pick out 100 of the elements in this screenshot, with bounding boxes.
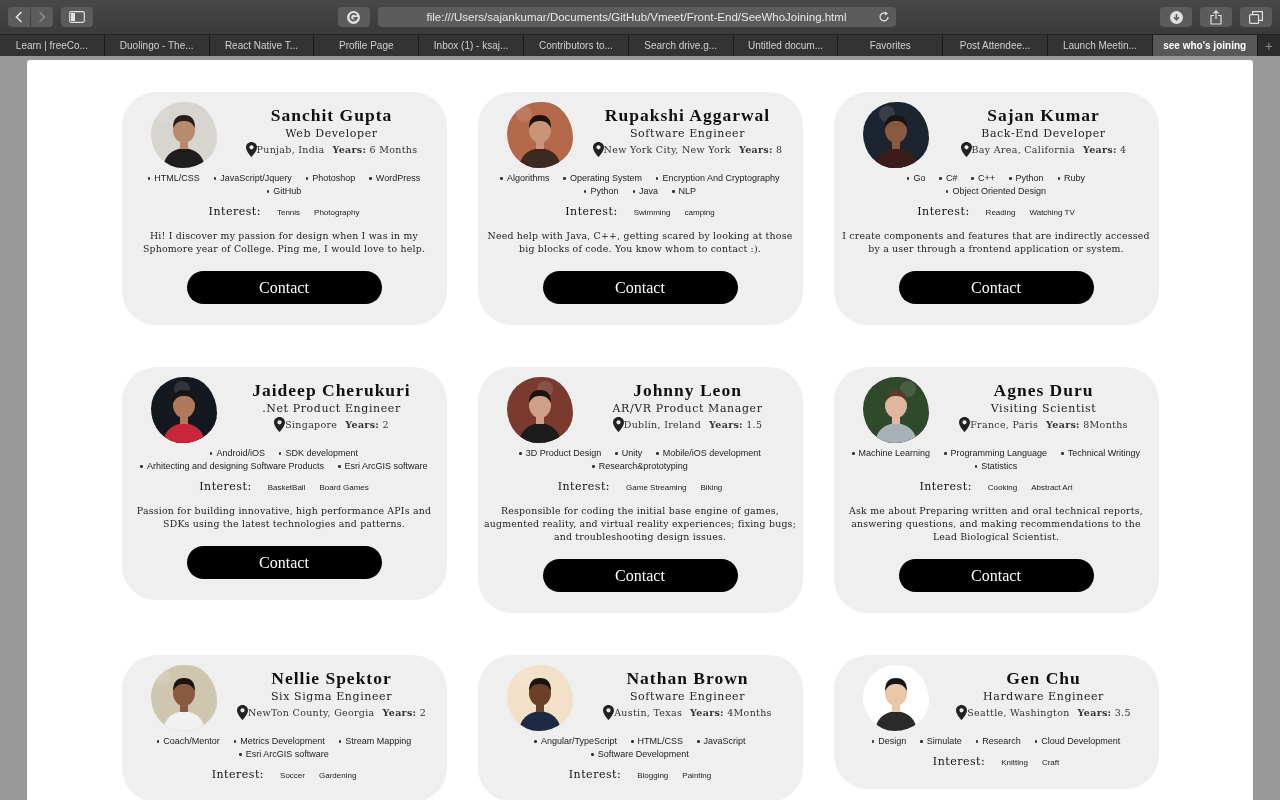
job-title: Back-End Developer (981, 126, 1106, 142)
skill-item: Encryption And Cryptography (656, 172, 780, 185)
job-title: AR/VR Product Manager (612, 401, 763, 417)
download-icon (1169, 10, 1183, 24)
location-text: Austin, Texas (614, 706, 683, 720)
share-icon (1210, 9, 1222, 25)
share-button[interactable] (1200, 7, 1232, 27)
job-title: Hardware Engineer (983, 689, 1104, 705)
skill-item: Unity (615, 447, 643, 460)
bio-text: Hi! I discover my passion for design when I was in my Sphomore year of College. Ping me, I would love to help. (141, 229, 427, 255)
interest-item: BasketBall (267, 483, 306, 492)
sidebar-icon (69, 11, 85, 23)
browser-tab[interactable]: Duolingo - The... (104, 35, 210, 56)
interest-item: Watching TV (1029, 208, 1075, 217)
years-text: Years: 6 Months (332, 143, 418, 157)
location-pin-icon (612, 417, 624, 432)
location-text: France, Paris (970, 418, 1039, 432)
skill-item: Statistics (974, 460, 1018, 473)
skill-item: Algorithms (500, 172, 550, 185)
skill-item: SDK development (279, 447, 359, 460)
location-pin-icon (956, 705, 968, 720)
skill-item: JavaScript (697, 735, 746, 748)
person-name: Nellie Spektor (271, 667, 392, 689)
interest-label: Interest: (565, 205, 618, 218)
downloads-button[interactable] (1160, 7, 1192, 27)
browser-tab[interactable]: Profile Page (314, 35, 420, 56)
contact-button[interactable]: Contact (898, 559, 1094, 592)
browser-tab[interactable]: Launch Meetin... (1047, 35, 1153, 56)
interest-item: Reading (985, 208, 1016, 217)
location-pin-icon (592, 142, 604, 157)
location-text: Punjab, India (256, 143, 325, 157)
browser-tab[interactable]: Contributors to... (524, 35, 629, 56)
back-button[interactable] (8, 7, 30, 27)
location-pin-icon (274, 417, 286, 432)
person-name: Rupakshi Aggarwal (604, 104, 771, 126)
location-pin-icon (959, 417, 971, 432)
skill-item: C++ (971, 172, 995, 185)
skill-item: Python (1009, 172, 1044, 185)
skill-item: Java (632, 185, 658, 198)
job-title: Web Developer (285, 126, 378, 142)
browser-tab[interactable]: Post Attendee... (943, 35, 1048, 56)
skill-item: Ruby (1057, 172, 1086, 185)
skill-item: Stream Mapping (338, 735, 412, 748)
skill-item: Photoshop (305, 172, 356, 185)
skill-item: Angular/TypeScript (534, 735, 617, 748)
skill-item: Research&prototyping (592, 460, 688, 473)
skill-item: Machine Learning (852, 447, 931, 460)
back-icon (15, 11, 23, 23)
person-name: Nathan Brown (626, 667, 749, 689)
interest-item: Blogging (637, 771, 669, 780)
interest-label: Interest: (919, 480, 972, 493)
location-pin-icon (236, 705, 248, 720)
skill-item: HTML/CSS (147, 172, 200, 185)
skill-item: Esri ArcGIS software (239, 748, 329, 761)
job-title: Visiting Scientist (990, 401, 1097, 417)
contact-button[interactable]: Contact (542, 271, 738, 304)
years-text: Years: 4Months (690, 706, 772, 720)
years-text: Years: 2 (345, 418, 389, 432)
person-name: Sanchit Gupta (270, 104, 393, 126)
contact-button[interactable]: Contact (186, 546, 382, 579)
years-text: Years: 2 (382, 706, 427, 720)
interest-item: Abstract Art (1031, 483, 1073, 492)
location-pin-icon (960, 142, 972, 157)
skill-item: Programming Language (944, 447, 1048, 460)
site-button[interactable] (337, 7, 370, 27)
skill-item: Android/iOS (209, 447, 265, 460)
interest-label: Interest: (199, 480, 252, 493)
skill-item: Operating System (563, 172, 642, 185)
person-name: Jaideep Cherukuri (252, 379, 411, 401)
bio-text: Need help with Java, C++, getting scared by looking at those big blocks of code. You know whom to contact :). (486, 229, 794, 255)
skill-item: Mobile/iOS development (656, 447, 761, 460)
tabs-overview-button[interactable] (1240, 7, 1272, 27)
location-text: New York City, New York (603, 143, 731, 157)
sidebar-button[interactable] (61, 7, 93, 27)
interest-label: Interest: (208, 205, 261, 218)
skill-item: Technical Writingy (1061, 447, 1140, 460)
interest-item: Tennis (276, 208, 301, 217)
interest-item: Soccer (280, 771, 305, 780)
contact-button[interactable]: Contact (898, 271, 1094, 304)
skill-item: Arhitecting and designing Software Products (140, 460, 325, 473)
browser-tab[interactable]: Untitled docum... (733, 35, 839, 56)
contact-button[interactable]: Contact (542, 559, 738, 592)
browser-tab[interactable]: Favorites (838, 35, 944, 56)
browser-tab[interactable]: Learn | freeCo... (0, 35, 105, 56)
browser-tab[interactable]: Inbox (1) - ksaj... (419, 35, 524, 56)
job-title: Six Sigma Engineer (270, 689, 393, 705)
bio-text: Ask me about Preparing written and oral technical reports, answering questions, and making recommendations to the Lead Biological Scientist. (848, 504, 1144, 543)
bio-text: I create components and features that are indirectly accessed by a user through a frontend application or system. (841, 229, 1151, 255)
skill-item: NLP (672, 185, 697, 198)
years-text: Years: 3.5 (1077, 706, 1131, 720)
person-name: Agnes Duru (993, 379, 1094, 401)
location-text: Bay Area, California (971, 143, 1075, 157)
browser-tab[interactable]: React Native T... (209, 35, 315, 56)
browser-tab[interactable]: Search drive.g... (628, 35, 734, 56)
skill-item: Research (975, 735, 1021, 748)
browser-tab[interactable]: see who's joining (1152, 35, 1258, 56)
interest-label: Interest: (211, 768, 265, 781)
address-field[interactable]: file:///Users/sajankumar/Documents/GitHub/Vmeet/Front-End/SeeWhoJoining.html (377, 7, 896, 27)
contact-button[interactable]: Contact (186, 271, 382, 304)
interest-item: Swimming (633, 208, 671, 217)
